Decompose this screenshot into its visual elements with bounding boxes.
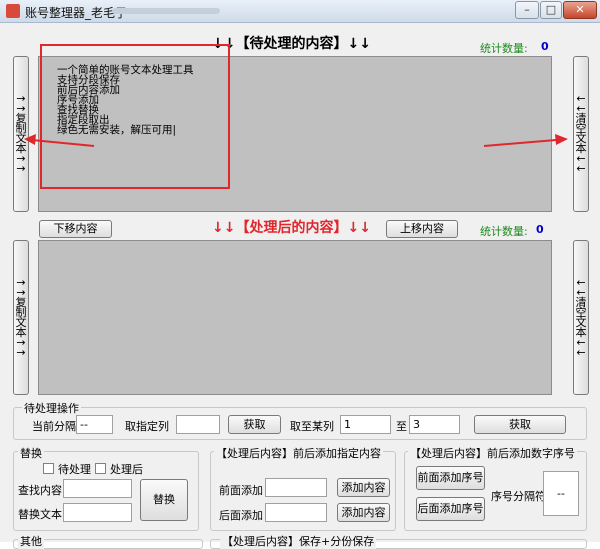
annotation-highlight-box [40,44,230,189]
replace-group-label: 替换 [18,445,44,461]
find-label: 查找内容 [18,484,62,497]
clear-text-button-bottom[interactable]: ← ← 清 空 文 本 ← ← [573,240,589,395]
arrow-left-icon: ← [576,162,586,175]
annotation-arrow-right [483,134,568,147]
serial-separator-input[interactable]: -- [543,471,579,516]
suffix-label: 后面添加 [219,509,263,522]
suffix-input[interactable] [265,503,327,522]
column-input[interactable] [176,415,220,434]
replace-input[interactable] [63,503,132,522]
separator-input[interactable]: -- [76,415,113,434]
serial-separator-label: 序号分隔符 [491,490,546,503]
processed-stat-label: 统计数量: [480,225,528,238]
range-from-input[interactable]: 1 [340,415,391,434]
clear-text-button-top[interactable]: ← ← 清 空 文 本 ← ← [573,56,589,212]
top-stat-value: 0 [541,40,549,53]
processed-checkbox-label: 处理后 [110,463,143,476]
top-stat-label: 统计数量: [480,42,528,55]
get-column-button[interactable]: 获取 [228,415,281,434]
maximize-button[interactable]: □ [540,1,562,19]
close-button[interactable]: ✕ [563,1,597,19]
save-group-label: 【处理后内容】保存+分份保存 [220,533,377,549]
add-serial-group-label: 【处理后内容】前后添加数字序号 [408,445,577,461]
processed-checkbox[interactable] [95,463,106,474]
replace-button[interactable]: 替换 [140,479,188,521]
copy-text-button-bottom[interactable]: → → 复 制 文 本 → → [13,240,29,395]
add-prefix-button[interactable]: 添加内容 [337,478,390,497]
minimize-button[interactable]: – [515,1,539,19]
add-content-group-label: 【处理后内容】前后添加指定内容 [214,445,383,461]
app-icon [6,4,20,18]
move-up-button[interactable]: 上移内容 [386,220,458,238]
get-range-button[interactable]: 获取 [474,415,566,434]
prefix-label: 前面添加 [219,484,263,497]
range-label: 取至某列 [290,420,334,433]
prefix-input[interactable] [265,478,327,497]
add-serial-suffix-button[interactable]: 后面添加序号 [416,497,485,521]
pending-heading: ↓↓【待处理的内容】↓↓ [212,36,371,52]
arrow-right-icon: → [16,162,26,175]
pending-ops-label: 待处理操作 [22,400,81,416]
annotation-arrow-left [24,134,95,147]
separator-label: 当前分隔 [32,420,76,433]
processed-content-textarea[interactable] [38,240,552,395]
arrow-right-icon: → [16,345,26,359]
find-input[interactable] [63,479,132,498]
processed-heading: ↓↓【处理后的内容】↓↓ [212,220,371,236]
column-label: 取指定列 [125,420,169,433]
range-to-label: 至 [396,420,407,433]
replace-label: 替换文本 [18,508,62,521]
blurred-title-suffix [112,8,220,14]
arrow-left-icon: ← [576,345,586,359]
processed-stat-value: 0 [536,223,544,236]
range-to-input[interactable]: 3 [409,415,460,434]
pending-checkbox[interactable] [43,463,54,474]
other-group-label: 其他 [18,533,44,549]
title-bar: 账号整理器_老毛子 – □ ✕ [0,0,600,23]
add-suffix-button[interactable]: 添加内容 [337,503,390,522]
add-serial-prefix-button[interactable]: 前面添加序号 [416,466,485,490]
pending-checkbox-label: 待处理 [58,463,91,476]
move-down-button[interactable]: 下移内容 [39,220,112,238]
